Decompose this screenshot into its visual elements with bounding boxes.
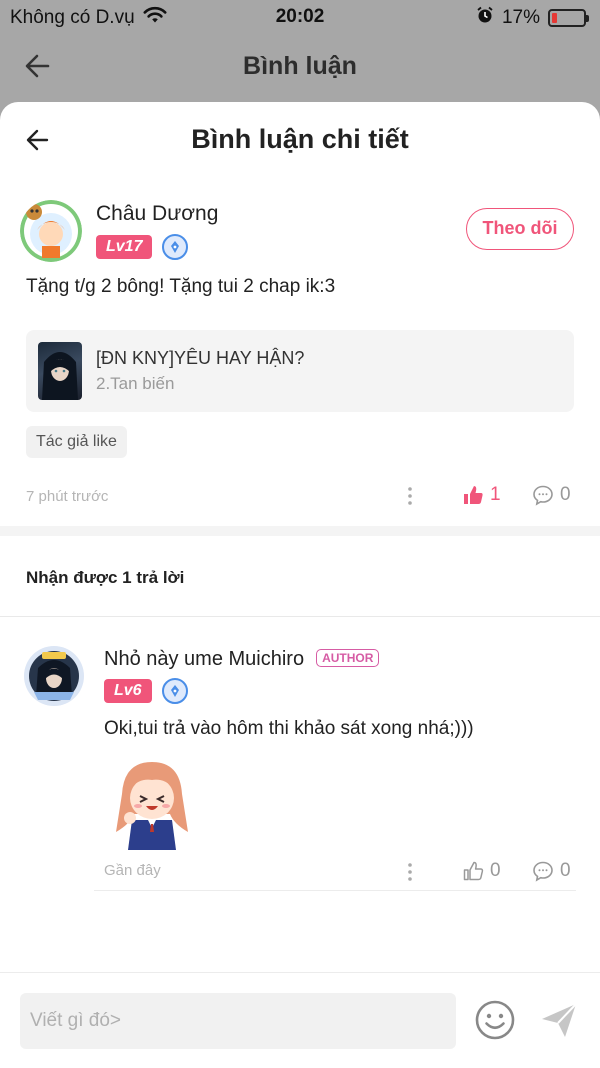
follow-button[interactable]: Theo dõi [466, 208, 574, 250]
reply-user-badges: Lv6 [104, 678, 188, 704]
comment-input[interactable] [20, 993, 456, 1049]
status-bar: Không có D.vụ 20:02 17% [0, 0, 600, 34]
reply-user-name-text: Nhỏ này ume Muichiro [104, 648, 305, 670]
replies-count-heading: Nhận được 1 trả lời [26, 568, 185, 587]
avatar[interactable] [20, 200, 82, 262]
battery-percent: 17% [501, 7, 540, 28]
reply-button[interactable]: 0 [532, 484, 571, 506]
like-count: 0 [490, 860, 501, 881]
level-badge: Lv17 [96, 235, 153, 259]
battery-level [552, 13, 558, 23]
story-cover-image [38, 342, 82, 400]
laughing-girl-sticker [104, 754, 200, 850]
reply-time: Gần đây [104, 862, 161, 879]
divider [94, 890, 576, 891]
level-badge: Lv6 [104, 679, 152, 703]
more-options-icon[interactable] [400, 486, 420, 506]
comment-time: 7 phút trước [26, 488, 109, 505]
more-options-icon[interactable] [400, 862, 420, 882]
like-button[interactable]: 0 [462, 860, 501, 882]
emoji-icon[interactable] [474, 999, 516, 1046]
user-badges: Lv17 [96, 234, 189, 260]
like-count: 1 [490, 484, 501, 505]
page-title: Bình luận chi tiết [191, 124, 409, 154]
comment-input-bar [0, 972, 600, 1068]
story-card[interactable]: [ĐN KNY]YÊU HAY HẬN? 2.Tan biến [26, 330, 574, 412]
reply-button[interactable]: 0 [532, 860, 571, 882]
reply-text: Oki,tui trả vào hôm thi khảo sát xong nh… [104, 718, 474, 739]
sheet-header: Bình luận chi tiết [0, 102, 600, 182]
section-divider [0, 526, 600, 536]
like-button[interactable]: 1 [462, 484, 501, 506]
background-title: Bình luận [243, 52, 357, 80]
thumbs-up-icon [463, 861, 484, 881]
author-like-tag: Tác giả like [26, 426, 127, 458]
user-name[interactable]: Châu Dương [96, 202, 218, 226]
thumbs-up-filled-icon [464, 486, 483, 504]
battery-icon [548, 9, 589, 27]
verified-pen-icon [161, 678, 188, 704]
reply-count: 0 [560, 484, 571, 505]
main-comment: Châu Dương Lv17 Theo dõi Tặng t/g 2 bông… [0, 200, 600, 530]
send-icon[interactable] [538, 999, 580, 1046]
comment-detail-sheet: Bình luận chi tiết Châu Dương Lv17 Theo … [0, 102, 600, 1068]
background-header: Bình luận [0, 34, 600, 100]
story-chapter: 2.Tan biến [96, 374, 175, 393]
status-right: 17% [476, 6, 589, 30]
comment-bubble-icon [533, 861, 553, 882]
verified-pen-icon [162, 234, 189, 260]
avatar[interactable] [24, 646, 84, 706]
alarm-icon [476, 6, 494, 30]
story-title: [ĐN KNY]YÊU HAY HẬN? [96, 348, 305, 368]
comment-bubble-icon [533, 485, 553, 506]
reply-item: Nhỏ này ume Muichiro AUTHOR Lv6 Oki,tui t… [0, 616, 600, 896]
reply-user-name[interactable]: Nhỏ này ume Muichiro AUTHOR [104, 648, 380, 671]
reply-count: 0 [560, 860, 571, 881]
comment-text: Tặng t/g 2 bông! Tặng tui 2 chap ik:3 [26, 276, 336, 297]
author-badge: AUTHOR [316, 649, 380, 667]
